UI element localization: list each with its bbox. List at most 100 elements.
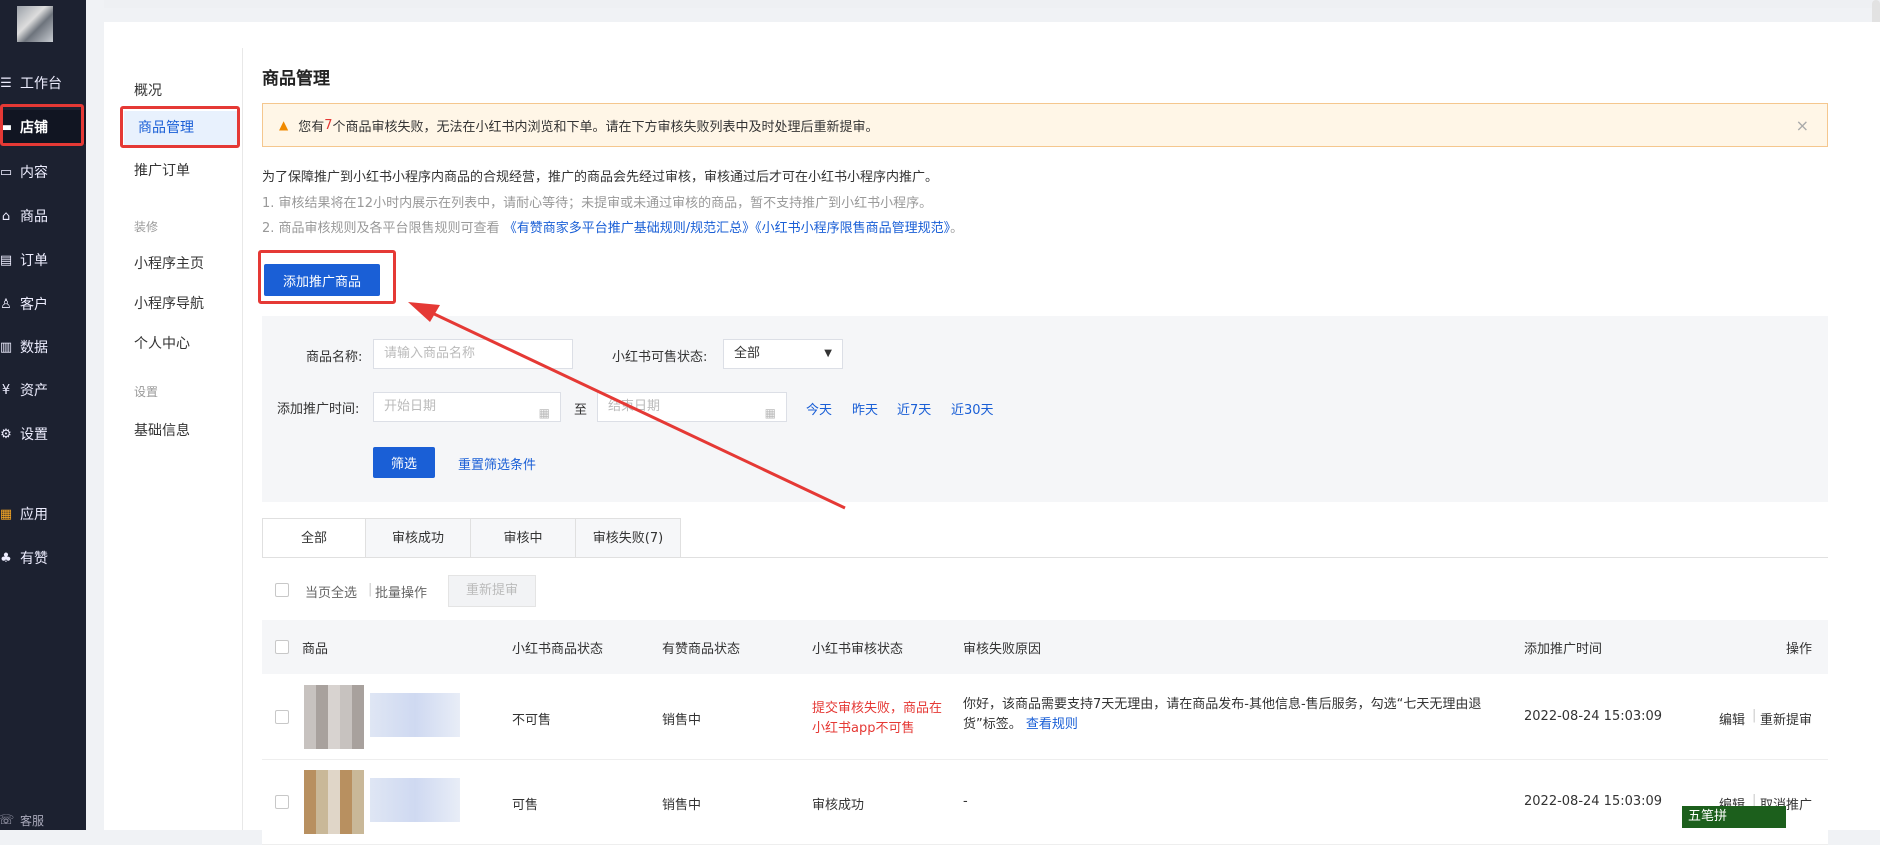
edit-link[interactable]: 编辑 [1719, 709, 1745, 728]
dashboard-icon: ☰ [0, 75, 12, 91]
th-audit-status: 小红书审核状态 [812, 642, 904, 657]
top-bar [104, 0, 1880, 8]
tab-approved[interactable]: 审核成功 [365, 518, 471, 558]
nav-item-service[interactable]: ☏ 客服 [0, 810, 86, 830]
end-date-input[interactable]: 结束日期 ▦ [597, 392, 787, 422]
th-yz-status: 有赞商品状态 [662, 642, 741, 657]
select-all-label: 当页全选 [305, 586, 358, 601]
page-title: 商品管理 [262, 69, 330, 89]
yz-status: 销售中 [662, 713, 702, 728]
shop-logo [17, 6, 53, 42]
user-icon: ♙ [0, 296, 12, 312]
nav-label: 有赞 [20, 551, 48, 567]
select-all-checkbox[interactable] [275, 583, 289, 597]
quick-30days[interactable]: 近30天 [951, 399, 994, 418]
ime-indicator[interactable]: 五笔拼 [1682, 806, 1786, 828]
yz-status: 销售中 [662, 798, 702, 813]
nav-item-data[interactable]: ▥ 数据 [0, 330, 86, 364]
warning-icon: ▲ [279, 118, 289, 132]
subnav-mini-nav[interactable]: 小程序导航 [134, 293, 204, 313]
nav-item-goods[interactable]: ⌂ 商品 [0, 199, 86, 233]
nav-item-assets[interactable]: ¥ 资产 [0, 373, 86, 407]
goods-name-input[interactable]: 请输入商品名称 [373, 339, 573, 369]
nav-item-apps[interactable]: ▦ 应用 [0, 497, 86, 531]
desc-rule-2-post: 。 [950, 221, 964, 236]
time-label: 添加推广时间: [277, 402, 360, 417]
calendar-icon: ▦ [764, 406, 776, 420]
nav-item-workbench[interactable]: ☰ 工作台 [0, 66, 86, 100]
desc-rule-2-pre: 2. 商品审核规则及各平台限售规则可查看 [262, 221, 500, 236]
content-icon: ▭ [0, 164, 13, 180]
start-date-input[interactable]: 开始日期 ▦ [373, 392, 561, 422]
subnav-promo-orders[interactable]: 推广订单 [134, 160, 190, 180]
add-time: 2022-08-24 15:03:09 [1524, 709, 1663, 724]
add-time: 2022-08-24 15:03:09 [1524, 794, 1663, 809]
goods-title-blurred [370, 693, 460, 737]
date-separator: 至 [574, 403, 588, 418]
audit-status: 审核成功 [812, 798, 865, 813]
nav-item-content[interactable]: ▭ 内容 [0, 155, 86, 189]
sub-nav: 概况 商品管理 推广订单 装修 小程序主页 小程序导航 个人中心 设置 基础信息 [104, 48, 243, 830]
nav-label: 客服 [20, 813, 45, 828]
subnav-group-decor: 装修 [134, 220, 159, 234]
table-row: 可售 销售中 审核成功 - 2022-08-24 15:03:09 编辑 | 取… [262, 760, 1828, 845]
row-checkbox[interactable] [275, 710, 289, 724]
subnav-overview[interactable]: 概况 [134, 80, 162, 100]
goods-thumbnail [304, 685, 364, 749]
nav-item-order[interactable]: ▤ 订单 [0, 243, 86, 277]
chevron-down-icon: ▼ [824, 348, 832, 359]
end-date-placeholder: 结束日期 [608, 399, 661, 414]
nav-item-settings[interactable]: ⚙ 设置 [0, 417, 86, 451]
desc-rule-2: 2. 商品审核规则及各平台限售规则可查看 《有赞商家多平台推广基础规则/规范汇总… [262, 217, 963, 236]
fail-reason: 你好，该商品需要支持7天无理由，请在商品发布-其他信息-售后服务，勾选“七天无理… [963, 695, 1493, 735]
tab-all[interactable]: 全部 [262, 518, 366, 558]
th-goods: 商品 [302, 642, 329, 657]
calendar-icon: ▦ [538, 406, 550, 420]
op-separator: | [1752, 708, 1757, 723]
header-checkbox[interactable] [275, 640, 289, 654]
table-header: 商品 小红书商品状态 有赞商品状态 小红书审核状态 审核失败原因 添加推广时间 … [262, 620, 1828, 674]
xhs-status: 不可售 [512, 713, 552, 728]
highlight-add-button [258, 250, 396, 304]
view-rules-link[interactable]: 查看规则 [1026, 717, 1078, 732]
nav-item-youzan[interactable]: ♣ 有赞 [0, 541, 86, 575]
resubmit-link[interactable]: 重新提审 [1760, 709, 1812, 728]
name-label: 商品名称: [306, 350, 363, 365]
xhs-status: 可售 [512, 798, 539, 813]
nav-label: 设置 [20, 427, 48, 443]
quick-7days[interactable]: 近7天 [897, 399, 931, 418]
resubmit-button[interactable]: 重新提审 [448, 575, 536, 607]
rules-link[interactable]: 《有赞商家多平台推广基础规则/规范汇总》《小红书小程序限售商品管理规范》 [504, 221, 950, 236]
reset-filter-link[interactable]: 重置筛选条件 [458, 454, 536, 473]
yen-icon: ¥ [1, 382, 11, 398]
status-label: 小红书可售状态: [612, 350, 708, 365]
nav-label: 工作台 [20, 76, 62, 92]
row-checkbox[interactable] [275, 795, 289, 809]
subnav-profile[interactable]: 个人中心 [134, 333, 190, 353]
goods-thumbnail [304, 770, 364, 834]
nav-label: 应用 [20, 507, 48, 523]
alert-text-pre: 您有 [298, 119, 325, 135]
order-icon: ▤ [0, 252, 13, 268]
audit-status: 提交审核失败，商品在小红书app不可售 [812, 701, 943, 736]
nav-item-customer[interactable]: ♙ 客户 [0, 287, 86, 321]
batch-separator: | [368, 582, 373, 597]
nav-label: 内容 [20, 165, 48, 181]
start-date-placeholder: 开始日期 [384, 399, 437, 414]
filter-button[interactable]: 筛选 [373, 447, 435, 478]
quick-yesterday[interactable]: 昨天 [852, 399, 878, 418]
close-icon[interactable]: × [1796, 116, 1809, 135]
nav-label: 订单 [20, 253, 48, 269]
tab-reviewing[interactable]: 审核中 [470, 518, 576, 558]
subnav-basic-info[interactable]: 基础信息 [134, 420, 190, 440]
alert-text-post: 个商品审核失败，无法在小红书内浏览和下单。请在下方审核失败列表中及时处理后重新提… [332, 119, 879, 135]
gear-icon: ⚙ [0, 426, 12, 442]
highlight-store [0, 104, 84, 146]
fail-reason: - [963, 794, 968, 809]
quick-today[interactable]: 今天 [806, 399, 832, 418]
status-select[interactable]: 全部 ▼ [723, 339, 843, 369]
subnav-mini-home[interactable]: 小程序主页 [134, 253, 204, 273]
tab-divider [262, 557, 1828, 558]
tab-failed[interactable]: 审核失败(7) [575, 518, 681, 558]
th-fail-reason: 审核失败原因 [963, 642, 1042, 657]
